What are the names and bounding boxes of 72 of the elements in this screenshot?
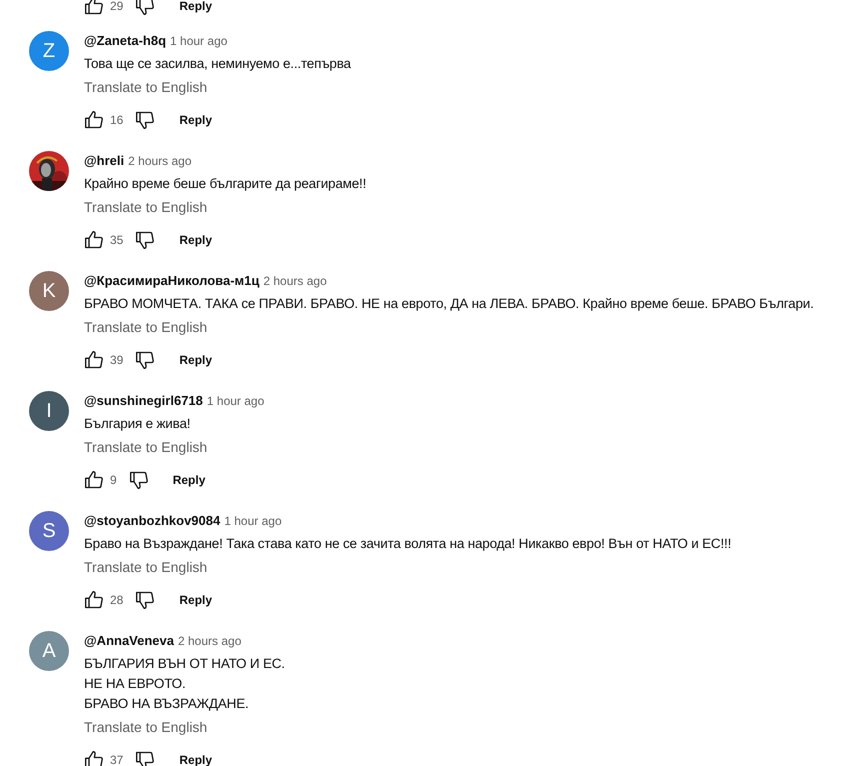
comment-author[interactable]: @Zaneta-h8q bbox=[84, 32, 166, 50]
dislike-button[interactable] bbox=[135, 110, 156, 130]
thumbs-up-icon bbox=[84, 230, 104, 250]
dislike-button[interactable] bbox=[135, 0, 156, 16]
like-button[interactable] bbox=[84, 470, 104, 490]
comment-text: Браво на Възраждане! Така става като не се зачита волята на народа! Никакво евро! Вън от НАТО и ЕС!!! bbox=[84, 535, 732, 553]
like-button[interactable] bbox=[84, 590, 104, 610]
reply-button[interactable]: Reply bbox=[179, 593, 212, 607]
user-avatar[interactable]: A bbox=[29, 631, 69, 671]
like-button[interactable] bbox=[84, 0, 104, 16]
comment-time[interactable]: 1 hour ago bbox=[170, 32, 228, 50]
dislike-button[interactable] bbox=[135, 230, 156, 250]
translate-link[interactable]: Translate to English bbox=[84, 557, 208, 577]
like-button[interactable] bbox=[84, 750, 104, 766]
translate-link[interactable]: Translate to English bbox=[84, 77, 208, 97]
reply-button[interactable]: Reply bbox=[179, 113, 212, 127]
thumbs-up-icon bbox=[84, 0, 104, 16]
reply-button[interactable]: Reply bbox=[179, 233, 212, 247]
like-count: 28 bbox=[110, 593, 124, 607]
dislike-button[interactable] bbox=[128, 470, 149, 490]
comment-text: НЕ НА ЕВРОТО. bbox=[84, 675, 187, 693]
like-count: 39 bbox=[110, 353, 124, 367]
like-button[interactable] bbox=[84, 230, 104, 250]
comment-text: България е жива! bbox=[84, 415, 192, 433]
reply-button[interactable]: Reply bbox=[179, 353, 212, 367]
thumbs-down-icon bbox=[135, 110, 156, 130]
comment-time[interactable]: 2 hours ago bbox=[128, 152, 192, 170]
comment-author[interactable]: @AnnaVeneva bbox=[84, 632, 174, 650]
comment-text: БРАВО НА ВЪЗРАЖДАНЕ. bbox=[84, 695, 250, 713]
comment-text: Това ще се засилва, неминуемо е...тепърва bbox=[84, 55, 351, 73]
thumbs-down-icon bbox=[135, 350, 156, 370]
thumbs-up-icon bbox=[84, 350, 104, 370]
translate-link[interactable]: Translate to English bbox=[84, 317, 208, 337]
like-count: 35 bbox=[110, 233, 124, 247]
thumbs-up-icon bbox=[84, 110, 104, 130]
translate-link[interactable]: Translate to English bbox=[84, 437, 208, 457]
like-count: 29 bbox=[110, 0, 124, 13]
thumbs-down-icon bbox=[135, 230, 156, 250]
like-button[interactable] bbox=[84, 110, 104, 130]
thumbs-down-icon bbox=[135, 0, 156, 16]
comment-time[interactable]: 1 hour ago bbox=[224, 512, 282, 530]
comment-author[interactable]: @sunshinegirl6718 bbox=[84, 392, 203, 410]
like-button[interactable] bbox=[84, 350, 104, 370]
comment-time[interactable]: 2 hours ago bbox=[263, 272, 327, 290]
comment-author[interactable]: @hreli bbox=[84, 152, 124, 170]
like-count: 16 bbox=[110, 113, 124, 127]
translate-link[interactable]: Translate to English bbox=[84, 717, 208, 737]
thumbs-up-icon bbox=[84, 750, 104, 766]
comment-time[interactable]: 2 hours ago bbox=[178, 632, 242, 650]
user-avatar[interactable]: S bbox=[29, 511, 69, 551]
translate-link[interactable]: Translate to English bbox=[84, 197, 208, 217]
comment-time[interactable]: 1 hour ago bbox=[206, 392, 264, 410]
thumbs-up-icon bbox=[84, 470, 104, 490]
reply-button[interactable]: Reply bbox=[172, 473, 206, 487]
comment-text: БЪЛГАРИЯ ВЪН ОТ НАТО И ЕС. bbox=[84, 655, 285, 673]
dislike-button[interactable] bbox=[135, 750, 156, 766]
thumbs-down-icon bbox=[135, 590, 156, 610]
like-count: 9 bbox=[110, 473, 117, 487]
comment-author[interactable]: @КрасимираНиколова-м1ц bbox=[84, 272, 260, 290]
thumbs-down-icon bbox=[128, 470, 149, 490]
comment-author[interactable]: @stoyanbozhkov9084 bbox=[84, 512, 220, 530]
user-avatar[interactable]: I bbox=[29, 391, 69, 431]
comment-text: Крайно време беше българите да реагираме!! bbox=[84, 175, 366, 193]
reply-button[interactable]: Reply bbox=[179, 0, 212, 13]
thumbs-down-icon bbox=[135, 750, 156, 766]
dislike-button[interactable] bbox=[135, 590, 156, 610]
user-avatar[interactable]: K bbox=[29, 271, 69, 311]
like-count: 37 bbox=[110, 753, 124, 766]
comment-text: БРАВО МОМЧЕТА. ТАКА се ПРАВИ. БРАВО. НЕ на еврото, ДА на ЛЕВА. БРАВО. Крайно време беше. БРАВО Българи. bbox=[84, 295, 814, 313]
dislike-button[interactable] bbox=[135, 350, 156, 370]
user-avatar[interactable]: Z bbox=[29, 31, 69, 71]
thumbs-up-icon bbox=[84, 590, 104, 610]
